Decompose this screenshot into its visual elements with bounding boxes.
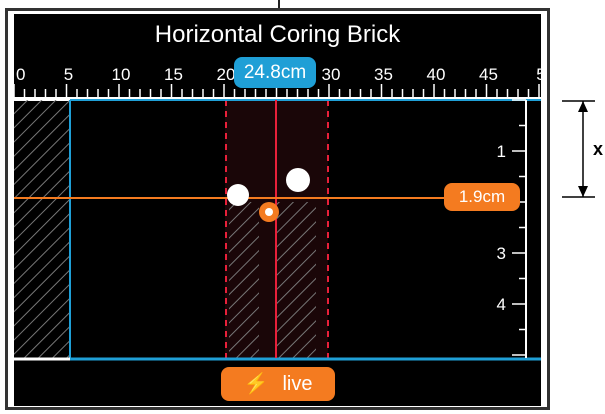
edge-hatch-region	[14, 100, 70, 358]
position-readout: 24.8cm	[234, 57, 316, 88]
hatch-column-2	[276, 202, 316, 358]
ruler-label: 45	[479, 65, 498, 84]
top-connector-line	[278, 0, 280, 8]
ruler-label: 30	[322, 65, 341, 84]
depth-label: 4	[497, 295, 506, 314]
live-button[interactable]: ⚡ live	[221, 367, 335, 401]
detected-object-1	[227, 184, 249, 206]
depth-label: 1	[497, 142, 506, 161]
ruler-label: 20	[217, 65, 236, 84]
ruler-label: 15	[164, 65, 183, 84]
lightning-icon: ⚡	[243, 373, 269, 395]
ruler-label: 0	[16, 65, 25, 84]
annotation-x-label: x	[593, 139, 604, 159]
ruler-label: 35	[374, 65, 393, 84]
ruler-label: 5	[536, 65, 541, 84]
display-screen: Horizontal Coring Brick 0510152025303540…	[14, 14, 541, 406]
depth-label: 3	[497, 244, 506, 263]
detected-object-2	[286, 168, 310, 192]
ruler-label: 40	[427, 65, 446, 84]
depth-marker-center	[265, 208, 273, 216]
ruler-label: 10	[112, 65, 131, 84]
hatch-column-1	[229, 202, 259, 358]
depth-readout: 1.9cm	[444, 183, 520, 211]
depth-scale: 1234	[497, 99, 527, 358]
ruler-label: 5	[64, 65, 73, 84]
live-label: live	[282, 373, 313, 395]
